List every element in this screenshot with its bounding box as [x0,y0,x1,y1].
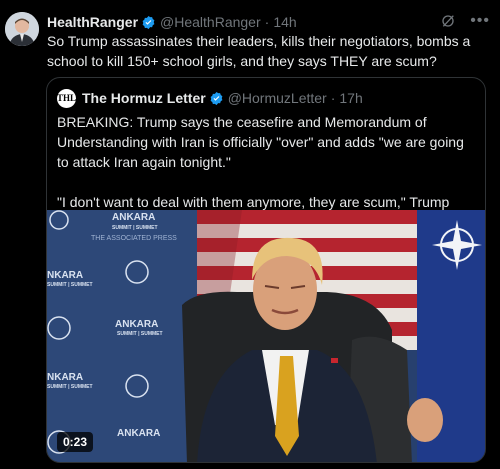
backdrop-text-ap: THE ASSOCIATED PRESS [91,235,177,242]
quoted-author-handle[interactable]: @HormuzLetter [228,90,327,106]
separator-dot: · [264,14,270,30]
post-card[interactable]: HealthRanger @HealthRanger · 14h ••• So … [0,0,500,469]
video-frame: ANKARA SUMMIT | SUMMET THE ASSOCIATED PR… [47,210,485,462]
more-horizontal-icon[interactable]: ••• [470,12,490,30]
author-handle[interactable]: @HealthRanger [160,14,261,30]
author-name[interactable]: HealthRanger [47,14,138,30]
backdrop-text-ankara-2: ANKARA [115,319,158,330]
backdrop-text-nkara-2: NKARA [47,372,83,383]
video-duration: 0:23 [57,432,94,452]
verified-badge-icon [142,15,155,29]
quoted-paragraph-1: BREAKING: Trump says the ceasefire and M… [57,114,464,170]
post-header: HealthRanger @HealthRanger · 14h ••• [47,12,490,32]
quoted-post-header: THL The Hormuz Letter @HormuzLetter · 17… [57,88,363,108]
backdrop-text-nkara: NKARA [47,270,83,281]
video-player[interactable]: ANKARA SUMMIT | SUMMET THE ASSOCIATED PR… [47,210,485,462]
quoted-author-name[interactable]: The Hormuz Letter [82,90,206,106]
verified-badge-icon [210,91,223,105]
backdrop-text-summit-2: SUMMIT | SUMMET [47,282,93,288]
separator-dot: · [330,90,336,106]
backdrop-text-summit-4: SUMMIT | SUMMET [47,384,93,390]
grok-icon[interactable] [440,13,456,29]
backdrop-text-ankara-3: ANKARA [117,428,160,439]
backdrop-text-summit-3: SUMMIT | SUMMET [117,331,163,337]
post-text: So Trump assassinates their leaders, kil… [47,33,471,69]
quoted-post-timestamp[interactable]: 17h [339,90,362,106]
quoted-author-avatar[interactable]: THL [57,88,76,108]
backdrop-text-summit: SUMMIT | SUMMET [112,225,158,231]
quoted-post[interactable]: THL The Hormuz Letter @HormuzLetter · 17… [46,77,486,463]
author-avatar[interactable] [5,12,39,46]
post-timestamp[interactable]: 14h [273,14,296,30]
backdrop-text-ankara: ANKARA [112,212,155,223]
